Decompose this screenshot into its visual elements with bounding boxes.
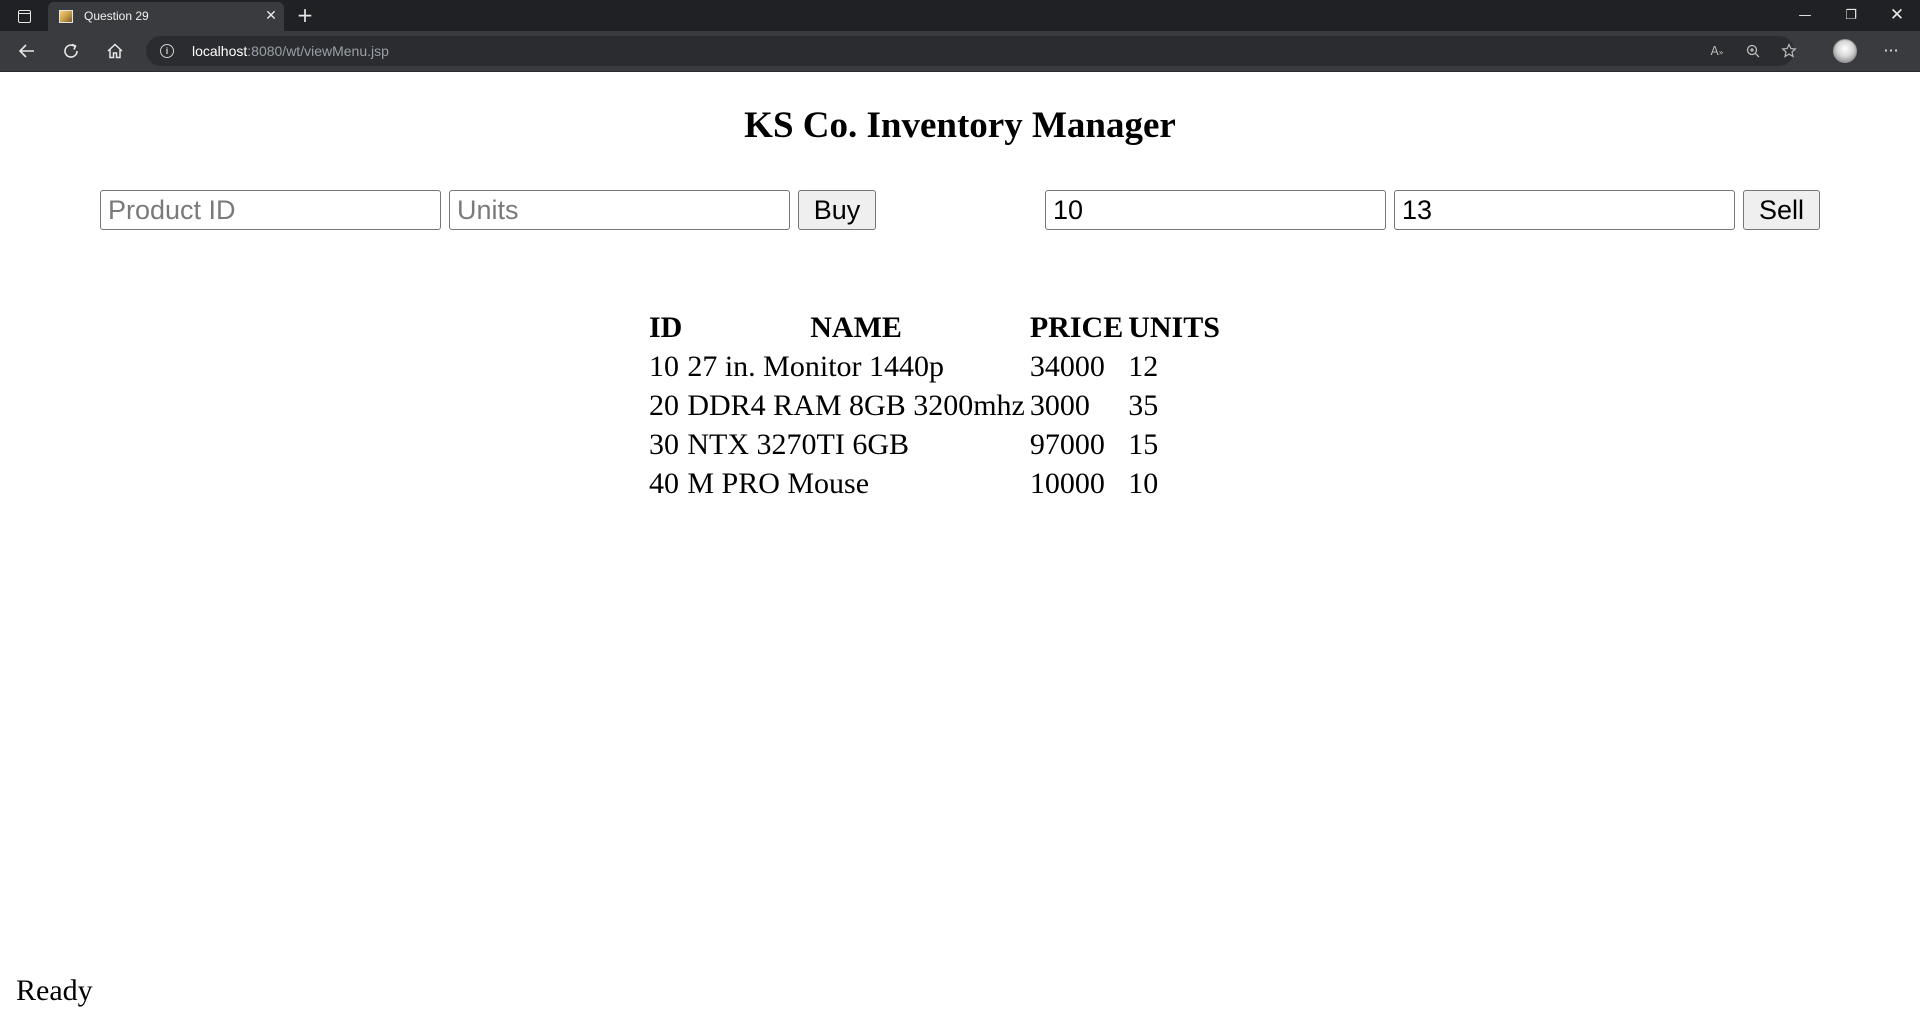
more-icon[interactable]: ··· [1876, 37, 1906, 65]
close-window-button[interactable]: ✕ [1874, 0, 1920, 31]
status-text: Ready [16, 974, 93, 1007]
table-row: 30 NTX 3270TI 6GB 97000 15 [648, 428, 1221, 462]
site-info-icon[interactable]: i [160, 44, 174, 58]
browser-tab[interactable]: Question 29 ✕ [48, 2, 284, 31]
table-row: 10 27 in. Monitor 1440p 34000 12 [648, 350, 1221, 384]
restore-window-button[interactable]: ❐ [1828, 0, 1874, 31]
minimize-window-button[interactable]: — [1782, 0, 1828, 31]
cell-id: 10 [649, 350, 679, 383]
cell-name: NTX 3270TI 6GB [687, 428, 909, 461]
address-bar[interactable]: i localhost:8080/wt/viewMenu.jsp A» [146, 36, 1797, 66]
buy-button[interactable]: Buy [798, 190, 876, 230]
cell-price: 97000 [1029, 428, 1105, 461]
table-header-row: ID NAME PRICE UNITS [648, 311, 1221, 345]
read-aloud-icon[interactable]: A» [1706, 41, 1728, 61]
inventory-table: ID NAME PRICE UNITS 10 27 in. Monitor 14… [645, 306, 1224, 506]
zoom-icon[interactable] [1742, 41, 1764, 61]
sell-units-input[interactable] [1394, 190, 1735, 230]
cell-units: 15 [1128, 428, 1159, 461]
cell-id: 40 [649, 467, 679, 500]
url-text[interactable]: localhost:8080/wt/viewMenu.jsp [192, 43, 389, 59]
cell-name: 27 in. Monitor 1440p [687, 350, 945, 383]
tab-title: Question 29 [84, 9, 149, 23]
cell-units: 10 [1128, 467, 1159, 500]
browser-tab-strip: Question 29 ✕ + — ❐ ✕ [0, 0, 1920, 31]
cell-name: M PRO Mouse [687, 467, 870, 500]
profile-avatar[interactable] [1833, 39, 1857, 63]
cell-id: 30 [649, 428, 679, 461]
table-row: 20 DDR4 RAM 8GB 3200mhz 3000 35 [648, 389, 1221, 423]
back-arrow-icon[interactable] [12, 37, 42, 65]
tab-actions-icon[interactable] [10, 5, 38, 27]
sell-button[interactable]: Sell [1743, 190, 1820, 230]
column-header-units: UNITS [1128, 311, 1220, 344]
cell-price: 10000 [1029, 467, 1105, 500]
new-tab-icon[interactable]: + [294, 4, 316, 26]
browser-toolbar: i localhost:8080/wt/viewMenu.jsp A» ··· [0, 31, 1920, 72]
column-header-price: PRICE [1029, 311, 1124, 344]
favicon-icon [59, 10, 73, 23]
sell-product-id-input[interactable] [1045, 190, 1386, 230]
column-header-name: NAME [810, 311, 902, 344]
cell-name: DDR4 RAM 8GB 3200mhz [687, 389, 1025, 422]
close-tab-icon[interactable]: ✕ [262, 6, 280, 26]
table-row: 40 M PRO Mouse 10000 10 [648, 467, 1221, 501]
buy-product-id-input[interactable] [100, 190, 441, 230]
home-icon[interactable] [100, 37, 130, 65]
favorites-icon[interactable] [1778, 41, 1800, 61]
page-title: KS Co. Inventory Manager [744, 105, 1176, 146]
cell-price: 34000 [1029, 350, 1105, 383]
url-host: localhost [192, 43, 248, 59]
column-header-id: ID [649, 311, 683, 344]
cell-price: 3000 [1029, 389, 1090, 422]
reload-icon[interactable] [56, 37, 86, 65]
cell-id: 20 [649, 389, 679, 422]
buy-units-input[interactable] [449, 190, 790, 230]
cell-units: 35 [1128, 389, 1159, 422]
url-path: :8080/wt/viewMenu.jsp [247, 43, 389, 59]
cell-units: 12 [1128, 350, 1159, 383]
